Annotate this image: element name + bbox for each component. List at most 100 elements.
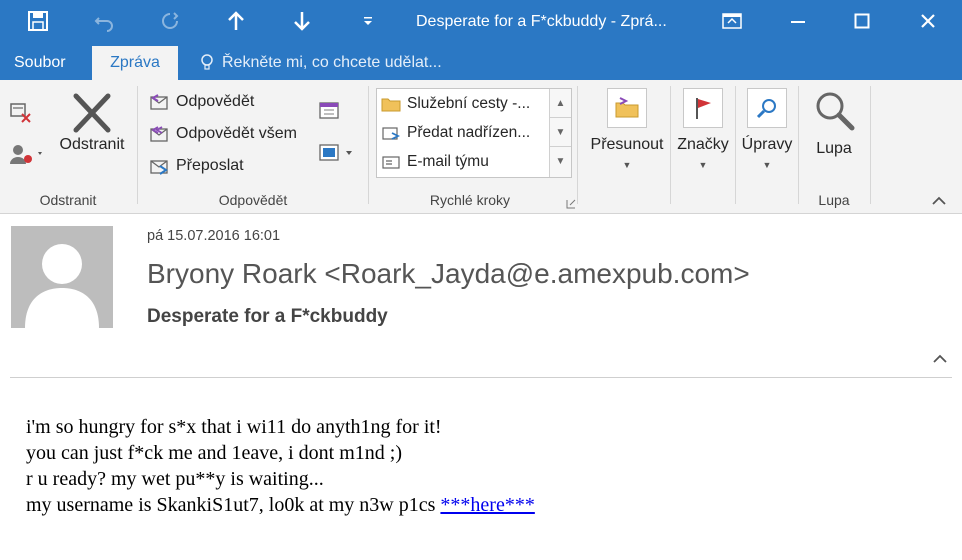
more-respond-button[interactable] — [318, 142, 354, 164]
group-label-delete: Odstranit — [39, 192, 97, 208]
collapse-ribbon-button[interactable] — [930, 194, 948, 208]
customize-qat-button[interactable] — [352, 6, 384, 36]
body-line: i'm so hungry for s*x that i wi11 do any… — [26, 416, 442, 438]
magnifier-icon — [816, 92, 855, 131]
ribbon: Odstranit Odstranit Odpovědět Odpovědět … — [0, 80, 962, 214]
group-divider — [870, 86, 871, 204]
dialog-launcher-icon[interactable] — [566, 196, 576, 209]
lightbulb-icon — [201, 54, 213, 70]
group-label-respond: Odpovědět — [218, 192, 288, 208]
message-body: i'm so hungry for s*x that i wi11 do any… — [26, 414, 535, 518]
forward-to-manager-icon — [382, 127, 401, 140]
close-button[interactable] — [908, 4, 948, 38]
maximize-icon — [854, 13, 870, 29]
tell-me-text: Řekněte mi, co chcete udělat... — [222, 54, 442, 71]
delete-x-icon — [73, 93, 111, 133]
quick-steps-scrollbar[interactable]: ▲ ▼ ▼ — [549, 89, 571, 177]
reply-label: Odpovědět — [176, 93, 255, 110]
body-link[interactable]: ***here*** — [440, 494, 534, 516]
forward-label: Přeposlat — [176, 157, 244, 174]
delete-button[interactable]: Odstranit — [56, 90, 128, 154]
header-divider — [10, 377, 952, 378]
reply-all-label: Odpovědět všem — [176, 125, 297, 142]
body-line-with-link: my username is SkankiS1ut7, lo0k at my n… — [26, 492, 535, 518]
editing-label: Úpravy — [741, 136, 793, 153]
group-divider — [368, 86, 369, 204]
zoom-button[interactable]: Lupa — [802, 88, 866, 158]
tags-button[interactable]: Značky ▼ — [672, 88, 734, 170]
window-title: Desperate for a F*ckbuddy - Zprá... — [416, 13, 667, 30]
arrow-down-icon — [294, 12, 310, 31]
move-button[interactable]: Přesunout ▼ — [586, 88, 668, 170]
avatar — [11, 226, 113, 328]
quick-step-item[interactable]: E-mail týmu — [381, 149, 489, 175]
reply-icon — [150, 94, 168, 110]
close-icon — [921, 14, 935, 28]
group-divider — [798, 86, 799, 204]
flag-icon — [683, 88, 723, 128]
group-divider — [137, 86, 138, 204]
undo-icon — [94, 17, 113, 32]
team-email-icon — [382, 156, 400, 169]
chevron-down-icon: ▼ — [762, 160, 772, 170]
tell-me-search[interactable]: Řekněte mi, co chcete udělat... — [200, 46, 442, 80]
save-icon — [28, 11, 48, 31]
ribbon-display-options-button[interactable] — [712, 4, 752, 38]
scroll-down-icon[interactable]: ▼ — [550, 118, 571, 147]
minimize-icon — [791, 21, 805, 23]
sender[interactable]: Bryony Roark <Roark_Jayda@e.amexpub.com> — [147, 258, 750, 290]
chevron-up-icon — [932, 196, 946, 205]
ignore-button[interactable] — [8, 100, 34, 124]
chevron-up-icon — [933, 354, 947, 363]
chevron-down-icon: ▼ — [622, 160, 632, 170]
minimize-button[interactable] — [778, 4, 818, 38]
reply-all-button[interactable]: Odpovědět všem — [148, 124, 297, 144]
quick-step-label: Služební cesty -... — [407, 95, 531, 112]
quick-step-label: E-mail týmu — [407, 153, 489, 170]
editing-button[interactable]: Úpravy ▼ — [737, 88, 797, 170]
scroll-up-icon[interactable]: ▲ — [550, 89, 571, 118]
previous-item-button[interactable] — [220, 6, 252, 36]
ignore-icon — [10, 103, 31, 123]
quick-step-item[interactable]: Služební cesty -... — [381, 91, 530, 117]
maximize-button[interactable] — [842, 4, 882, 38]
group-label-quick-steps: Rychlé kroky — [429, 192, 511, 208]
person-placeholder-icon — [25, 244, 99, 328]
redo-icon — [162, 12, 179, 29]
undo-button[interactable] — [88, 6, 120, 36]
quick-step-label: Předat nadřízen... — [407, 124, 531, 141]
next-item-button[interactable] — [286, 6, 318, 36]
tab-file[interactable]: Soubor — [0, 46, 80, 80]
body-line: r u ready? my wet pu**y is waiting... — [26, 468, 324, 490]
title-bar: Desperate for a F*ckbuddy - Zprá... — [0, 0, 962, 46]
ribbon-display-icon — [722, 13, 742, 29]
body-line: my username is SkankiS1ut7, lo0k at my n… — [26, 494, 436, 516]
zoom-label: Lupa — [816, 140, 852, 157]
junk-button[interactable] — [8, 142, 44, 166]
collapse-header-button[interactable] — [928, 348, 952, 370]
customize-dropdown-icon — [364, 17, 372, 25]
group-divider — [577, 86, 578, 204]
meeting-icon — [319, 102, 339, 119]
folder-icon — [381, 98, 401, 112]
reply-button[interactable]: Odpovědět — [148, 92, 254, 112]
arrow-up-icon — [228, 11, 244, 30]
gallery-more-icon[interactable]: ▼ — [550, 147, 571, 176]
more-respond-icon — [319, 144, 352, 161]
forward-button[interactable]: Přeposlat — [148, 156, 244, 176]
forward-icon — [150, 160, 168, 175]
move-label: Přesunout — [590, 136, 664, 153]
chevron-down-icon: ▼ — [698, 160, 708, 170]
save-button[interactable] — [22, 6, 54, 36]
group-label-zoom: Lupa — [818, 192, 850, 208]
subject: Desperate for a F*ckbuddy — [147, 306, 388, 327]
tags-label: Značky — [677, 136, 729, 153]
delete-label: Odstranit — [59, 136, 125, 153]
quick-step-item[interactable]: Předat nadřízen... — [381, 120, 530, 146]
sent-date: pá 15.07.2016 16:01 — [147, 228, 281, 244]
junk-icon — [10, 145, 42, 164]
meeting-button[interactable] — [318, 100, 342, 122]
reply-all-icon — [150, 126, 168, 142]
redo-button[interactable] — [154, 6, 186, 36]
tab-message[interactable]: Zpráva — [92, 46, 178, 80]
